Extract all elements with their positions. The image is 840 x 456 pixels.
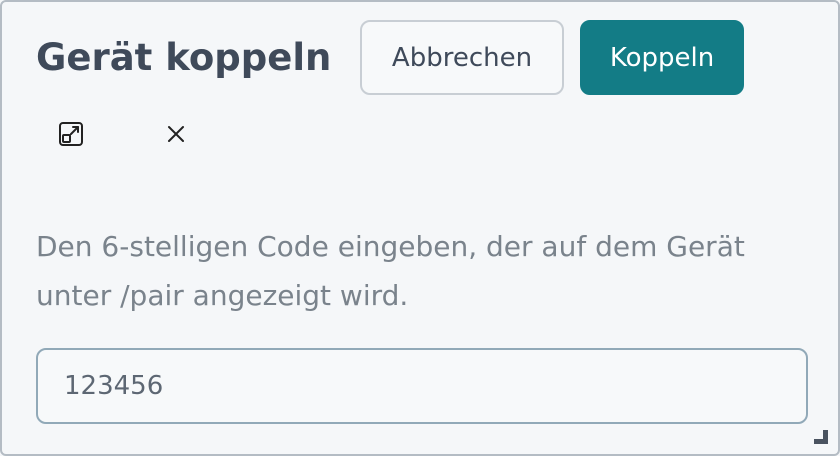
close-icon: [168, 126, 184, 142]
cancel-button[interactable]: Abbrechen: [360, 20, 564, 95]
resize-grip-icon[interactable]: [814, 430, 828, 444]
pairing-code-input[interactable]: [36, 348, 808, 424]
pair-device-dialog: Gerät koppeln Abbrechen Koppeln Den 6-st…: [0, 0, 840, 456]
popout-button[interactable]: [53, 116, 89, 152]
popout-icon: [59, 122, 83, 146]
close-button[interactable]: [158, 116, 194, 152]
pair-instructions: Den 6-stelligen Code eingeben, der auf d…: [36, 230, 745, 312]
pair-button[interactable]: Koppeln: [580, 20, 744, 95]
dialog-title: Gerät koppeln: [36, 36, 332, 79]
